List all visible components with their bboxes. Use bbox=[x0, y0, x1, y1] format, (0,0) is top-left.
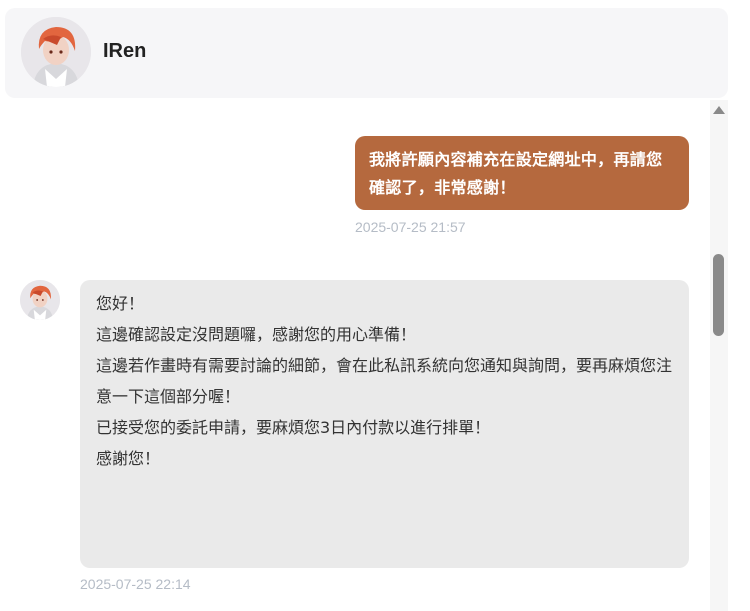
message-line: 已接受您的委託申請，要麻煩您3日內付款以進行排單！ bbox=[96, 418, 491, 437]
artist-avatar-icon[interactable] bbox=[20, 280, 60, 320]
chat-header: IRen bbox=[5, 8, 728, 98]
message-line: 這邊確認設定沒問題囉，感謝您的用心準備！ bbox=[96, 325, 417, 344]
outgoing-message-timestamp: 2025-07-25 21:57 bbox=[355, 219, 466, 235]
message-line: 您好！ bbox=[96, 294, 145, 313]
scroll-up-arrow-icon[interactable] bbox=[713, 106, 725, 114]
scrollbar-thumb[interactable] bbox=[713, 254, 724, 336]
incoming-message-bubble: 您好！ 這邊確認設定沒問題囉，感謝您的用心準備！ 這邊若作畫時有需要討論的細節，… bbox=[80, 280, 689, 568]
message-line: 感謝您！ bbox=[96, 449, 161, 468]
message-line: 這邊若作畫時有需要討論的細節，會在此私訊系統向您通知與詢問，要再麻煩您注意一下這… bbox=[96, 356, 673, 406]
artist-avatar-icon[interactable] bbox=[21, 17, 91, 87]
message-list: 我將許願內容補充在設定網址中，再請您確認了，非常感謝！ 2025-07-25 2… bbox=[0, 100, 710, 611]
message-scrollbar[interactable] bbox=[710, 100, 728, 611]
outgoing-message-bubble: 我將許願內容補充在設定網址中，再請您確認了，非常感謝！ bbox=[355, 136, 689, 210]
chat-partner-name: IRen bbox=[103, 40, 147, 62]
incoming-message-timestamp: 2025-07-25 22:14 bbox=[80, 576, 191, 592]
